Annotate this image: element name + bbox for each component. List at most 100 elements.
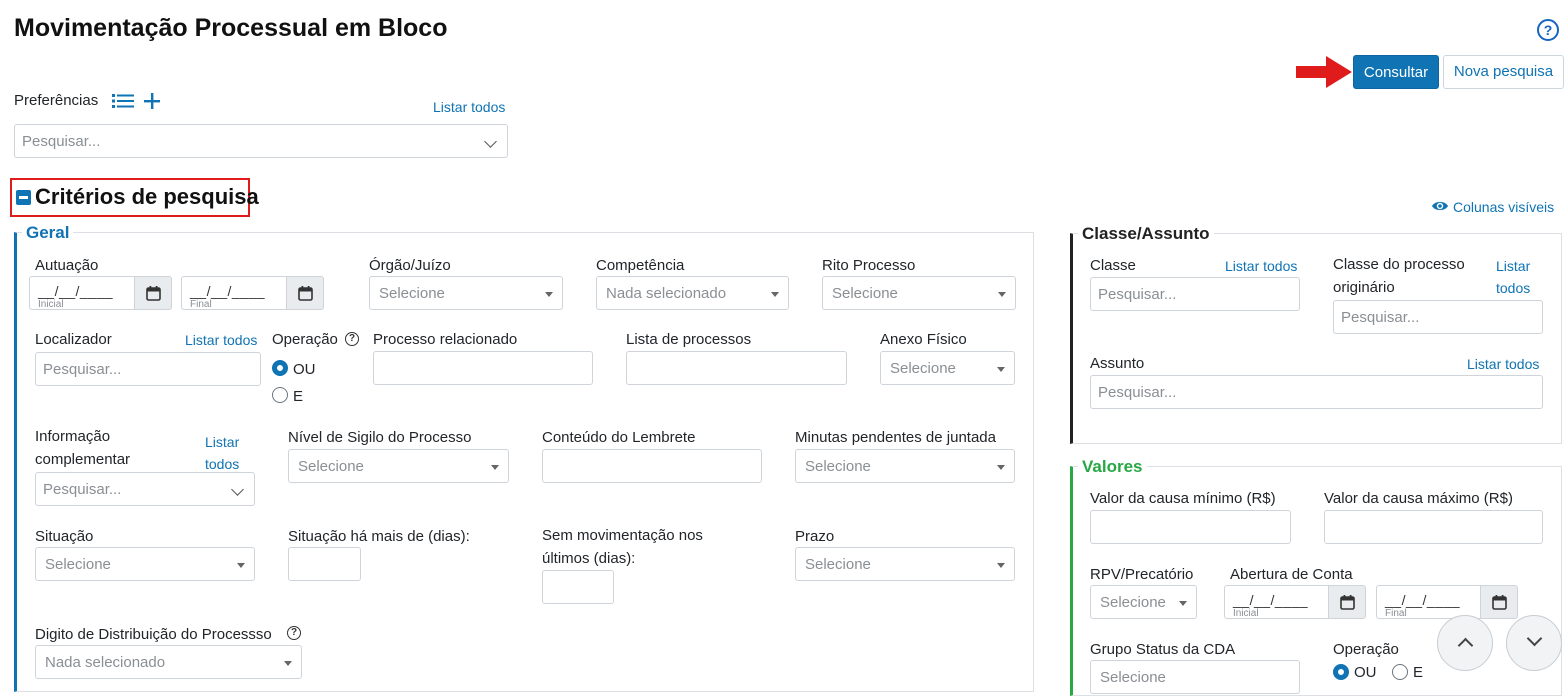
rpv-select[interactable]: Selecione (1090, 585, 1197, 619)
nova-pesquisa-button[interactable]: Nova pesquisa (1443, 55, 1564, 89)
assunto-list-all-link[interactable]: Listar todos (1467, 356, 1539, 372)
select-value: Selecione (379, 285, 445, 302)
page-title: Movimentação Processual em Bloco (14, 14, 448, 42)
situacao-dias-label: Situação há mais de (dias): (288, 528, 470, 545)
valores-operacao-label: Operação (1333, 641, 1399, 658)
list-icon[interactable] (112, 93, 134, 109)
classe-search[interactable]: Pesquisar... (1090, 277, 1300, 311)
informacao-search-select[interactable]: Pesquisar... (35, 472, 255, 506)
valores-operacao-e-label: E (1413, 664, 1424, 681)
valor-maximo-input[interactable] (1324, 510, 1543, 544)
valores-legend: Valores (1078, 457, 1147, 477)
classe-originario-list-all-link[interactable]: Listar todos (1496, 255, 1542, 299)
prazo-select[interactable]: Selecione (795, 547, 1015, 581)
rito-label: Rito Processo (822, 257, 916, 274)
situacao-select[interactable]: Selecione (35, 547, 255, 581)
valores-operacao-e-radio[interactable] (1392, 664, 1408, 680)
autuacao-start-date[interactable]: __/__/____ Inicial (29, 276, 172, 310)
orgao-select[interactable]: Selecione (369, 276, 563, 310)
consultar-button[interactable]: Consultar (1353, 55, 1439, 89)
date-hint: Final (1385, 608, 1407, 619)
lista-processos-input[interactable] (626, 351, 847, 385)
caret-down-icon (997, 367, 1005, 372)
processo-relacionado-label: Processo relacionado (373, 331, 518, 348)
classe-label: Classe (1090, 257, 1136, 274)
scroll-down-button[interactable] (1506, 615, 1562, 671)
caret-down-icon (545, 292, 553, 297)
select-value: Selecione (1100, 669, 1166, 686)
lembrete-input[interactable] (542, 449, 762, 483)
caret-down-icon (998, 292, 1006, 297)
anexo-fisico-select[interactable]: Selecione (880, 351, 1015, 385)
classe-assunto-panel (1070, 233, 1562, 444)
visible-columns-link[interactable]: Colunas visíveis (1453, 199, 1554, 215)
localizador-list-all-link[interactable]: Listar todos (185, 332, 257, 348)
localizador-search[interactable]: Pesquisar... (35, 352, 261, 386)
date-mask: __/__/____ (1385, 592, 1461, 608)
preferences-label: Preferências (14, 92, 99, 109)
sem-mov-input[interactable] (542, 570, 614, 604)
help-icon[interactable]: ? (287, 626, 301, 640)
preferences-list-all-link[interactable]: Listar todos (433, 99, 505, 115)
operacao-ou-label: OU (293, 361, 316, 378)
plus-icon[interactable] (143, 92, 161, 110)
situacao-label: Situação (35, 528, 94, 545)
calendar-button[interactable] (135, 276, 172, 310)
autuacao-end-date[interactable]: __/__/____ Final (181, 276, 324, 310)
digito-label: Digito de Distribuição do Processso (35, 626, 272, 643)
classe-originario-label: Classe do processo originário (1333, 256, 1465, 296)
minus-square-icon[interactable] (16, 190, 31, 205)
help-icon[interactable]: ? (345, 332, 359, 346)
valor-maximo-label: Valor da causa máximo (R$) (1324, 490, 1513, 507)
select-value: Selecione (45, 556, 111, 573)
autuacao-label: Autuação (35, 257, 99, 274)
sigilo-label: Nível de Sigilo do Processo (288, 429, 472, 446)
help-icon[interactable]: ? (1537, 19, 1559, 41)
lembrete-label: Conteúdo do Lembrete (542, 429, 696, 446)
date-mask: __/__/____ (38, 283, 114, 299)
grupo-cda-select[interactable]: Selecione (1090, 660, 1300, 694)
calendar-button[interactable] (1481, 585, 1518, 619)
informacao-list-all-link[interactable]: Listar todos (205, 431, 255, 475)
eye-icon[interactable] (1431, 199, 1449, 213)
classe-originario-search[interactable]: Pesquisar... (1333, 300, 1543, 334)
classe-list-all-link[interactable]: Listar todos (1225, 258, 1297, 274)
operacao-label: Operação (272, 331, 338, 348)
processo-relacionado-input[interactable] (373, 351, 593, 385)
scroll-up-button[interactable] (1437, 615, 1493, 671)
minutas-label: Minutas pendentes de juntada (795, 429, 996, 446)
select-value: Selecione (832, 285, 898, 302)
orgao-label: Órgão/Juízo (369, 257, 451, 274)
preferences-search-select[interactable]: Pesquisar... (14, 124, 508, 158)
chevron-up-icon (1457, 637, 1474, 654)
valores-operacao-ou-radio[interactable] (1333, 664, 1349, 680)
select-value: Nada selecionado (45, 654, 166, 671)
caret-down-icon (284, 661, 292, 666)
calendar-icon (298, 286, 313, 301)
abertura-start-date[interactable]: __/__/____ Inicial (1224, 585, 1366, 619)
calendar-button[interactable] (1329, 585, 1366, 619)
situacao-dias-input[interactable] (288, 547, 361, 581)
preferences-placeholder: Pesquisar... (22, 133, 101, 150)
valor-minimo-input[interactable] (1090, 510, 1291, 544)
competencia-select[interactable]: Nada selecionado (596, 276, 789, 310)
competencia-label: Competência (596, 257, 685, 274)
chevron-down-icon (231, 483, 244, 496)
assunto-search[interactable]: Pesquisar... (1090, 375, 1543, 409)
anexo-fisico-label: Anexo Físico (880, 331, 967, 348)
caret-down-icon (491, 465, 499, 470)
operacao-e-label: E (293, 388, 304, 405)
prazo-label: Prazo (795, 528, 835, 545)
select-value: Selecione (805, 556, 871, 573)
abertura-end-date[interactable]: __/__/____ Final (1376, 585, 1518, 619)
operacao-e-radio[interactable] (272, 387, 288, 403)
select-value: Selecione (805, 458, 871, 475)
chevron-down-icon (1526, 630, 1543, 647)
classe-assunto-legend: Classe/Assunto (1078, 224, 1214, 244)
rito-select[interactable]: Selecione (822, 276, 1016, 310)
minutas-select[interactable]: Selecione (795, 449, 1015, 483)
select-value: Selecione (1100, 594, 1166, 611)
operacao-ou-radio[interactable] (272, 360, 288, 376)
sigilo-select[interactable]: Selecione (288, 449, 509, 483)
calendar-button[interactable] (287, 276, 324, 310)
